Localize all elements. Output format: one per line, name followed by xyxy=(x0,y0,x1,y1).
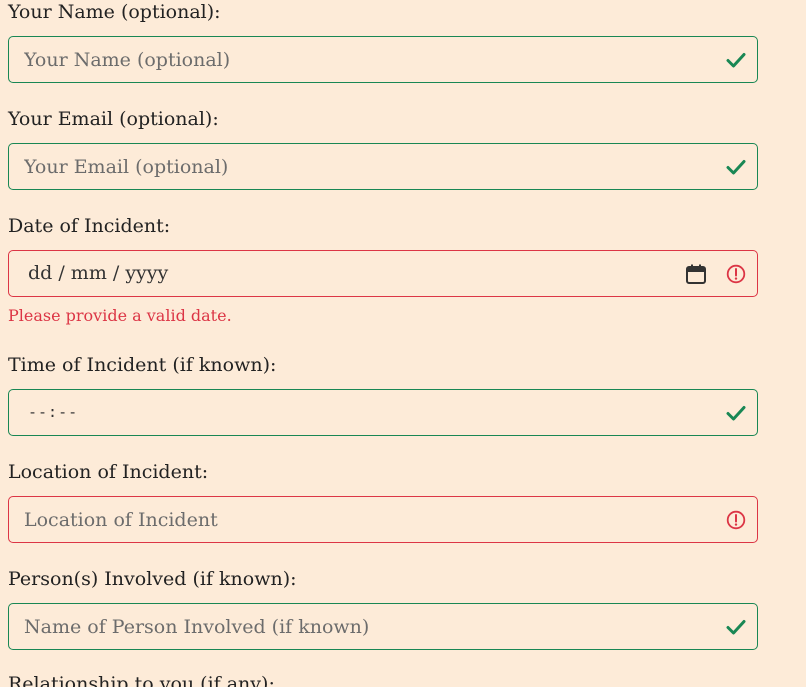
date-input[interactable]: dd / mm / yyyy xyxy=(28,251,168,296)
time-field[interactable]: --:-- xyxy=(8,389,758,436)
incident-report-form: Your Name (optional): Your Email (option… xyxy=(0,0,806,687)
date-label: Date of Incident: xyxy=(8,215,171,237)
location-group: Location of Incident: xyxy=(8,460,758,543)
exclamation-circle-icon xyxy=(726,264,746,284)
location-label: Location of Incident: xyxy=(8,461,209,483)
time-input[interactable]: --:-- xyxy=(28,390,78,435)
location-input[interactable] xyxy=(9,497,757,542)
name-field[interactable] xyxy=(8,36,758,83)
persons-label: Person(s) Involved (if known): xyxy=(8,568,297,590)
time-label: Time of Incident (if known): xyxy=(8,354,277,376)
email-field[interactable] xyxy=(8,143,758,190)
check-icon xyxy=(726,53,746,68)
email-input[interactable] xyxy=(9,144,757,189)
name-group: Your Name (optional): xyxy=(8,0,758,83)
date-error-message: Please provide a valid date. xyxy=(8,306,232,325)
check-icon xyxy=(726,620,746,635)
check-icon xyxy=(726,160,746,175)
name-input[interactable] xyxy=(9,37,757,82)
date-group: Date of Incident: dd / mm / yyyy Please … xyxy=(8,214,758,326)
location-field[interactable] xyxy=(8,496,758,543)
name-label: Your Name (optional): xyxy=(8,1,221,23)
check-icon xyxy=(726,406,746,421)
email-label: Your Email (optional): xyxy=(8,108,219,130)
persons-input[interactable] xyxy=(9,604,757,649)
date-field[interactable]: dd / mm / yyyy xyxy=(8,250,758,297)
persons-field[interactable] xyxy=(8,603,758,650)
relationship-label: Relationship to you (if any): xyxy=(8,673,275,687)
time-group: Time of Incident (if known): --:-- xyxy=(8,353,758,436)
exclamation-circle-icon xyxy=(726,510,746,530)
email-group: Your Email (optional): xyxy=(8,107,758,190)
calendar-icon[interactable] xyxy=(685,263,707,285)
relationship-group: Relationship to you (if any): xyxy=(8,672,758,687)
persons-group: Person(s) Involved (if known): xyxy=(8,567,758,650)
